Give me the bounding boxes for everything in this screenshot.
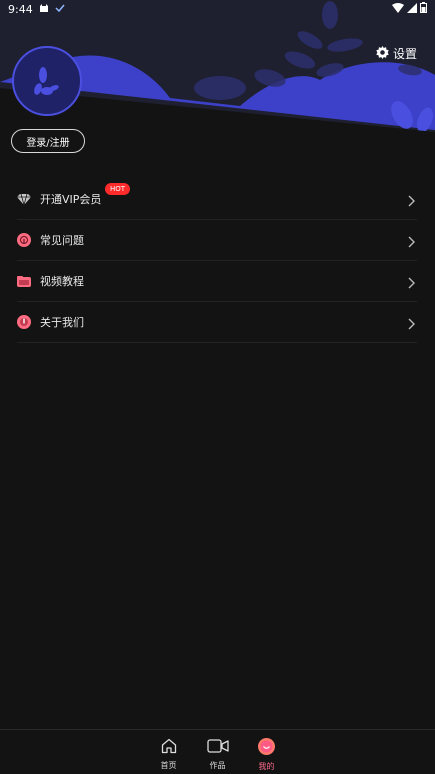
video-camera-icon	[206, 738, 229, 758]
tab-label: 首页	[160, 761, 177, 770]
chevron-right-icon	[408, 192, 415, 211]
menu-item-faq[interactable]: 常见问题	[17, 220, 417, 261]
menu-item-label: 关于我们	[40, 316, 84, 329]
menu-item-label: 开通VIP会员	[40, 193, 102, 206]
menu-item-label: 视频教程	[40, 275, 84, 288]
profile-smile-icon	[258, 738, 275, 759]
chevron-right-icon	[408, 315, 415, 334]
chevron-right-icon	[408, 274, 415, 293]
status-bar: 9:44	[0, 0, 435, 18]
menu-item-about[interactable]: 关于我们	[17, 302, 417, 343]
login-register-button[interactable]: 登录/注册	[11, 129, 85, 153]
notification-icon	[39, 3, 49, 16]
tab-label: 我的	[258, 762, 275, 771]
hot-badge: HOT	[105, 183, 131, 195]
tab-label: 作品	[209, 761, 226, 770]
settings-button[interactable]: 设置	[376, 45, 417, 62]
gear-icon	[376, 45, 389, 62]
avatar-leaf-icon	[34, 67, 59, 95]
status-time: 9:44	[8, 2, 33, 16]
menu-item-vip[interactable]: 开通VIP会员 HOT	[17, 179, 417, 220]
tab-mine[interactable]: 我的	[252, 730, 281, 774]
video-folder-icon	[17, 274, 31, 288]
signal-icon	[407, 2, 417, 16]
menu-item-label: 常见问题	[40, 234, 84, 247]
home-icon	[161, 738, 177, 758]
menu-item-video-tutorial[interactable]: 视频教程	[17, 261, 417, 302]
menu-list: 开通VIP会员 HOT 常见问题 视频教程 关于我们	[17, 179, 417, 343]
bottom-tab-bar: 首页 作品 我的	[0, 729, 435, 774]
chevron-right-icon	[408, 233, 415, 252]
wifi-icon	[392, 2, 404, 16]
avatar[interactable]	[12, 46, 82, 116]
info-icon	[17, 315, 31, 329]
tab-works[interactable]: 作品	[203, 730, 232, 774]
tab-home[interactable]: 首页	[154, 730, 183, 774]
diamond-icon	[17, 192, 31, 206]
check-icon	[55, 3, 65, 16]
login-register-label: 登录/注册	[26, 137, 70, 149]
question-icon	[17, 233, 31, 247]
settings-label: 设置	[392, 47, 417, 61]
battery-icon	[420, 2, 427, 16]
